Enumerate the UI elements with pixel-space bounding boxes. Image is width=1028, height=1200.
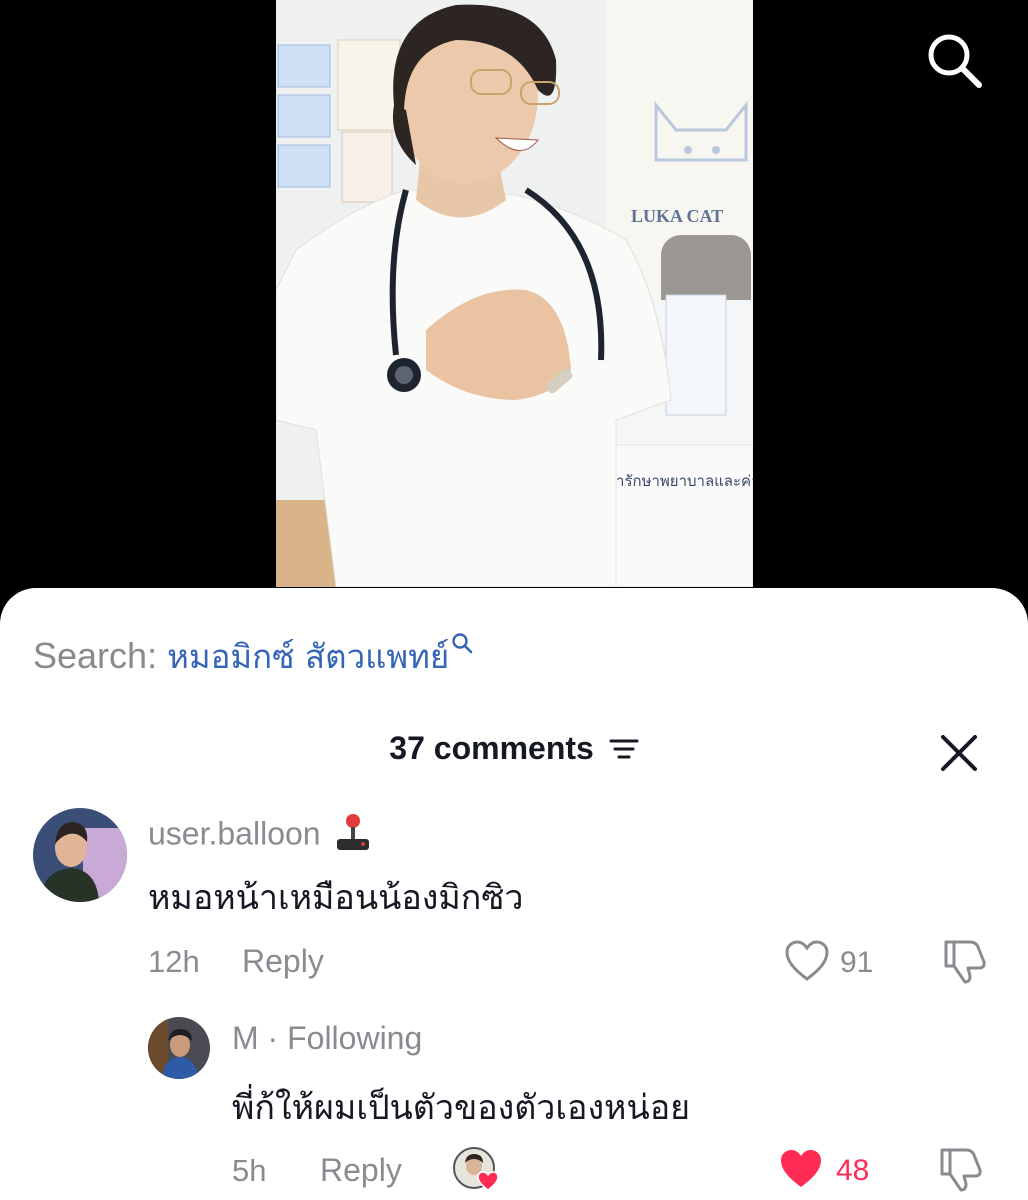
comment-username[interactable]: user.balloon <box>148 812 371 860</box>
comments-header[interactable]: 37 comments <box>0 730 1028 769</box>
like-count: 48 <box>836 1154 870 1187</box>
comment-text: พี่ก้ให้ผมเป็นตัวของตัวเองหน่อย <box>232 1088 691 1128</box>
video-frame[interactable]: LUKA CAT ค่ารักษาพยาบาลและค่าบ <box>276 0 753 587</box>
counter-sign-text: ค่ารักษาพยาบาลและค่าบ <box>606 472 753 490</box>
search-suggestion[interactable]: Search: หมอมิกซ์ สัตวแพทย์ <box>33 630 473 683</box>
comment-text: หมอหน้าเหมือนน้องมิกซิว <box>148 878 524 918</box>
avatar[interactable] <box>33 808 127 902</box>
comments-count: 37 comments <box>389 730 594 766</box>
like-count: 91 <box>840 946 874 979</box>
joystick-icon <box>335 812 371 860</box>
close-icon[interactable] <box>940 734 978 772</box>
creator-liked-icon <box>452 1146 502 1197</box>
following-badge: · Following <box>267 1020 423 1056</box>
dislike-icon[interactable] <box>940 938 988 989</box>
search-label: Search: <box>33 635 158 676</box>
video-player[interactable]: LUKA CAT ค่ารักษาพยาบาลและค่าบ <box>0 0 1028 600</box>
reply-button[interactable]: Reply <box>320 1152 402 1189</box>
reply-button[interactable]: Reply <box>242 943 324 980</box>
heart-filled-icon[interactable] <box>778 1148 824 1195</box>
comment-username[interactable]: M · Following <box>232 1020 422 1057</box>
comment-time: 12h <box>148 944 200 979</box>
heart-outline-icon[interactable] <box>784 940 830 987</box>
username-text[interactable]: M <box>232 1020 259 1056</box>
video-still: LUKA CAT ค่ารักษาพยาบาลและค่าบ <box>276 0 753 587</box>
logo-sign-text: LUKA CAT <box>631 206 723 226</box>
search-query[interactable]: หมอมิกซ์ สัตวแพทย์ <box>167 637 449 676</box>
search-query-icon <box>452 633 473 654</box>
avatar[interactable] <box>148 1017 210 1079</box>
sort-icon[interactable] <box>609 732 639 769</box>
dislike-icon[interactable] <box>936 1146 984 1197</box>
comment-time: 5h <box>232 1153 267 1188</box>
username-text[interactable]: user.balloon <box>148 815 321 851</box>
search-icon[interactable] <box>924 30 986 92</box>
